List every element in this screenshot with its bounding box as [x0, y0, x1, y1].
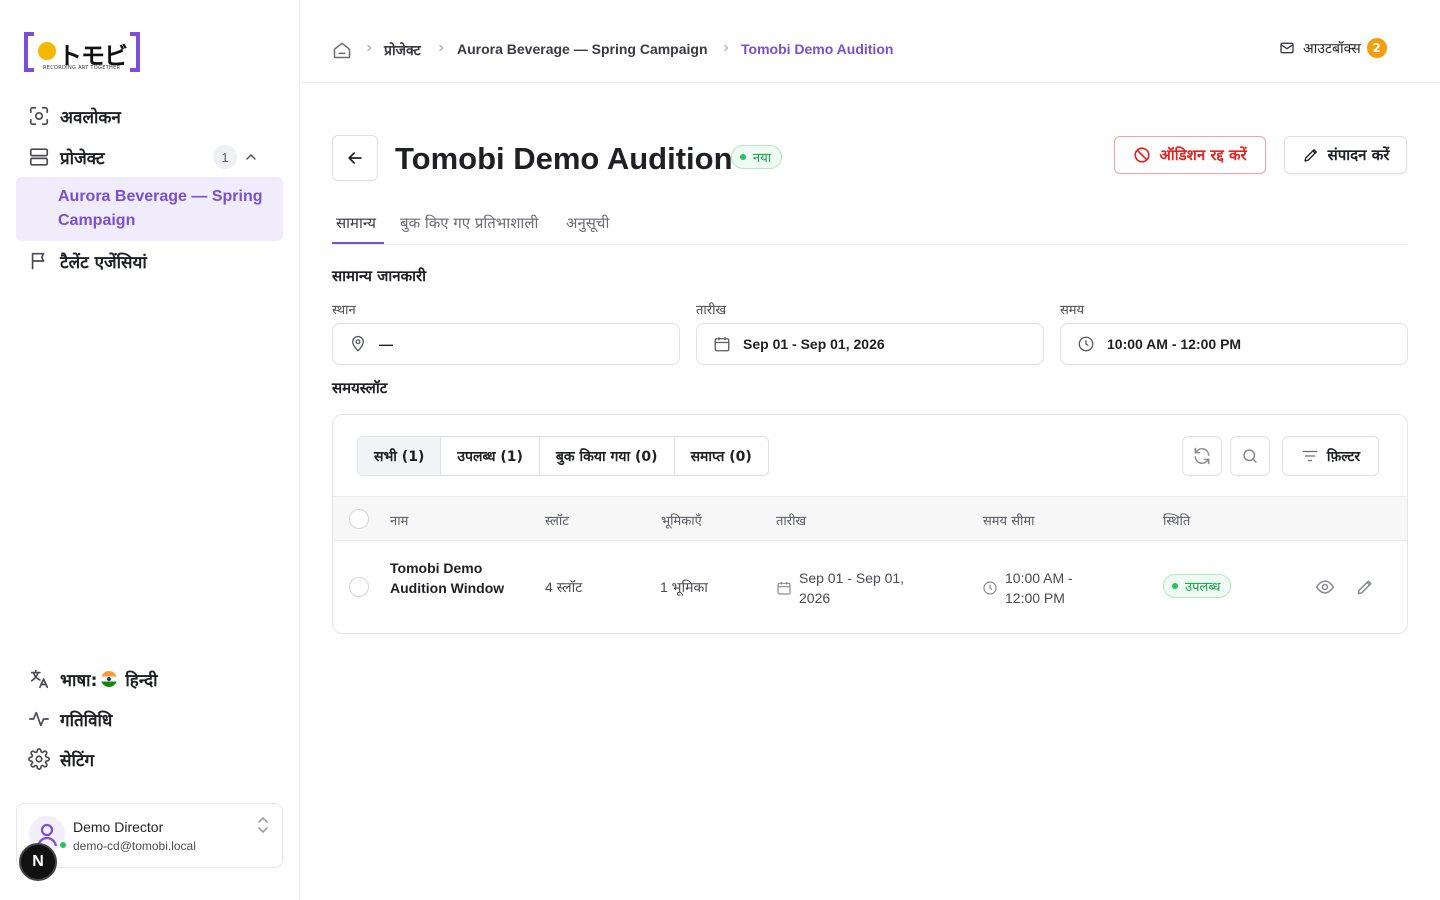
column-header[interactable]: तारीख [776, 511, 806, 529]
clock-icon [982, 580, 998, 596]
timeslot-date: Sep 01 - Sep 01, 2026 [776, 568, 926, 608]
language-value: हिन्दी [125, 670, 158, 691]
column-header[interactable]: स्लॉट [545, 511, 569, 529]
status-badge: नया [731, 145, 783, 169]
sidebar-item-activity[interactable]: गतिविधि [28, 706, 112, 732]
sidebar-subitem-project[interactable]: Aurora Beverage — Spring Campaign [16, 177, 283, 241]
timeslot-name: Tomobi Demo Audition Window [390, 560, 505, 596]
sidebar: トモビ RECORDING ART TOGETHER अवलोकन प्रोजे… [0, 0, 300, 900]
chevron-right-icon [363, 42, 375, 54]
online-status-dot [58, 840, 68, 850]
row-checkbox[interactable] [349, 577, 369, 597]
select-all-checkbox[interactable] [349, 509, 369, 529]
projects-count-badge: 1 [213, 145, 237, 169]
column-header[interactable]: भूमिकाएँ [661, 511, 702, 529]
stack-icon [28, 146, 50, 168]
sidebar-item-label: सेटिंग [60, 750, 95, 771]
location-field: — [332, 323, 680, 365]
timeslot-slots: 4 स्लॉट [545, 579, 583, 595]
table-header: नाम स्लॉट भूमिकाएँ तारीख समय सीमा स्थिति [333, 496, 1407, 541]
timeslots-title: समयस्लॉट [332, 379, 388, 397]
cancel-audition-button[interactable]: ऑडिशन रद्द करें [1114, 136, 1266, 174]
topbar: प्रोजेक्ट Aurora Beverage — Spring Campa… [300, 0, 1440, 83]
general-info-title: सामान्य जानकारी [332, 267, 426, 285]
arrow-left-icon [348, 152, 362, 164]
scan-icon [28, 105, 50, 127]
home-icon[interactable] [332, 40, 352, 60]
pencil-icon[interactable] [1355, 577, 1375, 597]
map-pin-icon [349, 335, 367, 353]
chevron-right-icon [720, 42, 732, 54]
ban-icon [1133, 146, 1151, 164]
segment-all[interactable]: सभी (1) [358, 437, 442, 475]
sidebar-item-label: अवलोकन [60, 107, 121, 128]
tab-schedule[interactable]: अनुसूची [566, 213, 609, 233]
back-button[interactable] [332, 135, 378, 181]
calendar-icon [776, 580, 792, 596]
column-header[interactable]: समय सीमा [983, 511, 1035, 529]
segment-ended[interactable]: समाप्त (0) [675, 437, 768, 475]
clock-icon [1077, 335, 1095, 353]
chevron-right-icon [435, 42, 447, 54]
timeslot-status-filter: सभी (1) उपलब्ध (1) बुक किया गया (0) समाप… [357, 436, 769, 476]
outbox-button[interactable]: आउटबॉक्स 2 [1279, 38, 1387, 58]
sidebar-item-settings[interactable]: सेटिंग [28, 746, 94, 772]
timeslots-panel: सभी (1) उपलब्ध (1) बुक किया गया (0) समाप… [332, 414, 1408, 634]
timeslot-time-range: 10:00 AM - 12:00 PM [982, 568, 1102, 608]
time-field: 10:00 AM - 12:00 PM [1060, 323, 1408, 365]
table-row[interactable]: Tomobi Demo Audition Window 4 स्लॉट 1 भू… [333, 541, 1407, 633]
mail-icon [1279, 40, 1295, 56]
search-button[interactable] [1230, 436, 1270, 476]
date-field: Sep 01 - Sep 01, 2026 [696, 323, 1044, 365]
language-label: भाषा: [60, 670, 98, 691]
outbox-count-badge: 2 [1366, 38, 1387, 58]
activity-icon [28, 708, 50, 730]
segment-booked[interactable]: बुक किया गया (0) [540, 437, 675, 475]
india-flag-icon [101, 671, 118, 687]
timeslot-roles: 1 भूमिका [660, 579, 708, 595]
brand-tagline: RECORDING ART TOGETHER [43, 65, 121, 71]
filter-lines-icon [1301, 447, 1319, 465]
location-label: स्थान [332, 303, 356, 318]
language-switcher[interactable]: भाषा: हिन्दी [28, 666, 158, 692]
sidebar-item-agencies[interactable]: टैलेंट एजेंसियां [28, 248, 147, 274]
sidebar-item-label: प्रोजेक्ट [60, 148, 105, 169]
user-name: Demo Director [73, 819, 164, 835]
tab-general[interactable]: सामान्य [336, 213, 376, 233]
breadcrumb-project[interactable]: Aurora Beverage — Spring Campaign [457, 41, 708, 57]
eye-icon[interactable] [1315, 577, 1335, 597]
page-title: Tomobi Demo Audition [395, 141, 733, 176]
translate-icon [28, 668, 50, 690]
gear-icon [28, 748, 50, 770]
chevron-up-icon[interactable] [243, 149, 259, 165]
column-header[interactable]: नाम [390, 511, 408, 529]
sidebar-item-overview[interactable]: अवलोकन [28, 103, 121, 129]
active-tab-indicator [332, 242, 384, 244]
tab-bar: सामान्य बुक किए गए प्रतिभाशाली अनुसूची [332, 205, 1408, 245]
pencil-icon [1302, 146, 1320, 164]
search-icon [1243, 449, 1257, 463]
sidebar-item-label: टैलेंट एजेंसियां [60, 252, 147, 273]
chevrons-up-down-icon [256, 816, 270, 834]
flag-icon [28, 250, 50, 272]
status-badge: उपलब्ध [1163, 574, 1232, 598]
breadcrumb-projects[interactable]: प्रोजेक्ट [384, 41, 421, 60]
sidebar-item-label: गतिविधि [60, 710, 113, 731]
dev-tools-badge[interactable]: N [19, 843, 57, 881]
column-header[interactable]: स्थिति [1163, 511, 1190, 529]
sidebar-item-projects[interactable]: प्रोजेक्ट [28, 144, 105, 170]
breadcrumb-current: Tomobi Demo Audition [741, 41, 894, 57]
user-email: demo-cd@tomobi.local [73, 839, 196, 853]
refresh-icon [1194, 447, 1210, 465]
outbox-label: आउटबॉक्स [1303, 40, 1361, 57]
time-label: समय [1060, 303, 1085, 318]
tab-booked-talent[interactable]: बुक किए गए प्रतिभाशाली [400, 213, 538, 233]
refresh-button[interactable] [1182, 436, 1222, 476]
date-label: तारीख [696, 303, 727, 318]
edit-button[interactable]: संपादन करें [1284, 136, 1407, 174]
calendar-icon [713, 335, 731, 353]
segment-available[interactable]: उपलब्ध (1) [441, 437, 540, 475]
filter-button[interactable]: फ़िल्टर [1282, 436, 1379, 476]
brand-logo[interactable]: トモビ RECORDING ART TOGETHER [24, 32, 140, 74]
